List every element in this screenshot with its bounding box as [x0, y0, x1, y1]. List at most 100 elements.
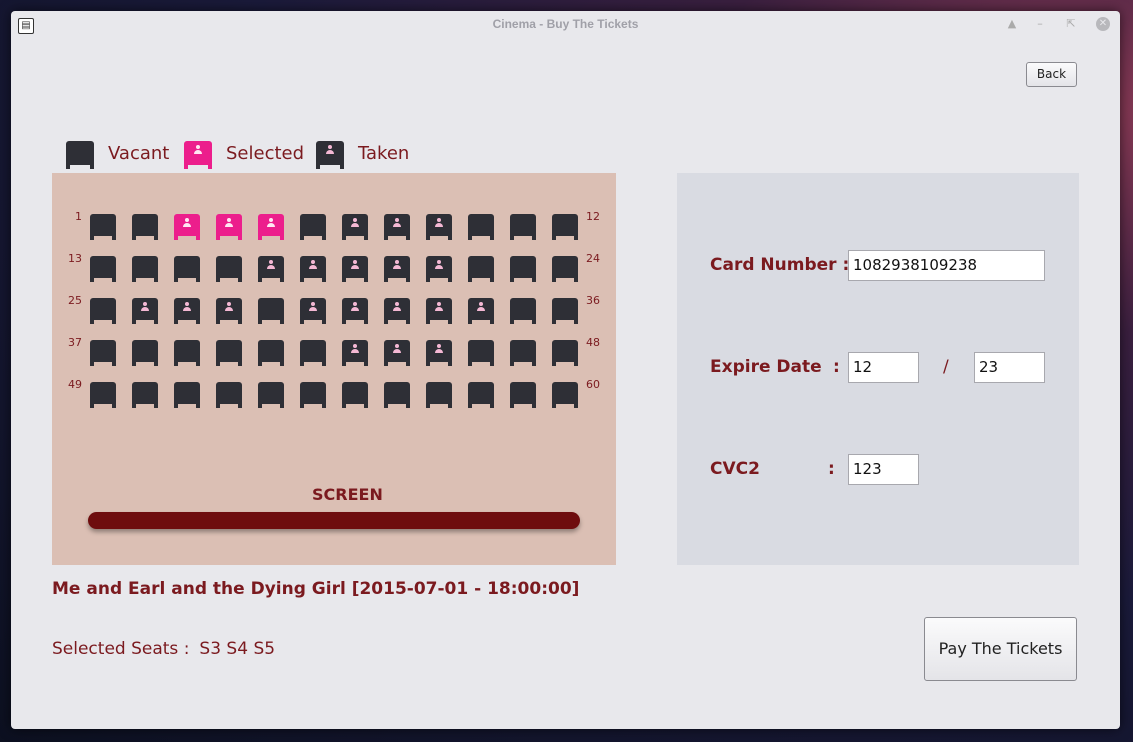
selected-seat-icon — [184, 141, 212, 169]
vacant-seat[interactable] — [468, 340, 494, 366]
vacant-seat[interactable] — [510, 340, 536, 366]
vacant-seat[interactable] — [90, 298, 116, 324]
row-start-number: 13 — [68, 252, 82, 265]
taken-seat — [258, 256, 284, 282]
person-icon — [434, 260, 444, 270]
expire-month-field[interactable]: 12 — [848, 352, 919, 383]
shade-icon[interactable]: ▲ — [1005, 17, 1019, 31]
taken-seat — [426, 256, 452, 282]
vacant-seat[interactable] — [90, 214, 116, 240]
vacant-seat[interactable] — [90, 340, 116, 366]
title-bar[interactable]: ▤ Cinema - Buy The Tickets ▲ – ⇱ ✕ — [11, 11, 1120, 39]
vacant-seat[interactable] — [174, 340, 200, 366]
taken-seat — [384, 256, 410, 282]
person-icon — [140, 302, 150, 312]
vacant-seat[interactable] — [552, 298, 578, 324]
vacant-seat[interactable] — [426, 382, 452, 408]
vacant-seat[interactable] — [552, 382, 578, 408]
vacant-seat[interactable] — [258, 298, 284, 324]
vacant-seat[interactable] — [468, 256, 494, 282]
movie-title: Me and Earl and the Dying Girl [2015-07-… — [52, 579, 580, 599]
taken-seat — [384, 214, 410, 240]
cvc2-field[interactable]: 123 — [848, 454, 919, 485]
taken-seat — [426, 298, 452, 324]
vacant-seat[interactable] — [510, 382, 536, 408]
taken-seat — [216, 298, 242, 324]
vacant-seat[interactable] — [384, 382, 410, 408]
row-end-number: 48 — [586, 336, 600, 349]
vacant-seat[interactable] — [468, 382, 494, 408]
vacant-seat[interactable] — [90, 256, 116, 282]
vacant-seat[interactable] — [552, 214, 578, 240]
row-end-number: 60 — [586, 378, 600, 391]
vacant-seat-icon — [66, 141, 94, 169]
vacant-seat[interactable] — [216, 340, 242, 366]
taken-seat — [342, 256, 368, 282]
vacant-seat[interactable] — [174, 382, 200, 408]
vacant-seat[interactable] — [300, 382, 326, 408]
person-icon — [308, 302, 318, 312]
vacant-seat[interactable] — [510, 214, 536, 240]
vacant-seat[interactable] — [258, 382, 284, 408]
vacant-seat[interactable] — [90, 382, 116, 408]
maximize-icon[interactable]: ⇱ — [1064, 17, 1078, 31]
vacant-seat[interactable] — [132, 214, 158, 240]
person-icon — [392, 260, 402, 270]
vacant-seat[interactable] — [300, 340, 326, 366]
legend-selected-label: Selected — [226, 142, 305, 164]
vacant-seat[interactable] — [552, 340, 578, 366]
vacant-seat[interactable] — [132, 382, 158, 408]
vacant-seat[interactable] — [216, 256, 242, 282]
legend-taken-label: Taken — [358, 142, 410, 164]
screen-bar — [88, 512, 580, 529]
taken-seat — [300, 256, 326, 282]
legend-taken: Taken — [316, 139, 410, 169]
vacant-seat[interactable] — [132, 340, 158, 366]
taken-seat — [384, 298, 410, 324]
window-title: Cinema - Buy The Tickets — [492, 17, 639, 31]
payment-panel: Card Number : 1082938109238 Expire Date … — [677, 173, 1079, 565]
legend-vacant: Vacant — [66, 139, 169, 169]
person-icon — [350, 260, 360, 270]
selected-seat[interactable] — [216, 214, 242, 240]
person-icon — [434, 344, 444, 354]
close-icon[interactable]: ✕ — [1096, 17, 1110, 31]
seat-map: SCREEN 1 12 13 24 25 36 37 48 49 60 — [52, 173, 616, 565]
vacant-seat[interactable] — [510, 256, 536, 282]
row-end-number: 24 — [586, 252, 600, 265]
expire-colon: : — [833, 357, 840, 377]
row-start-number: 25 — [68, 294, 82, 307]
person-icon — [266, 260, 276, 270]
selected-seat[interactable] — [258, 214, 284, 240]
taken-seat-icon — [316, 141, 344, 169]
vacant-seat[interactable] — [300, 214, 326, 240]
card-number-field[interactable]: 1082938109238 — [848, 250, 1045, 281]
expire-year-field[interactable]: 23 — [974, 352, 1045, 383]
taken-seat — [426, 340, 452, 366]
taken-seat — [342, 298, 368, 324]
taken-seat — [342, 340, 368, 366]
vacant-seat[interactable] — [510, 298, 536, 324]
minimize-icon[interactable]: – — [1033, 17, 1047, 31]
pay-tickets-button[interactable]: Pay The Tickets — [924, 617, 1077, 681]
selected-seat[interactable] — [174, 214, 200, 240]
vacant-seat[interactable] — [342, 382, 368, 408]
row-start-number: 37 — [68, 336, 82, 349]
back-button[interactable]: Back — [1026, 62, 1077, 87]
person-icon — [392, 302, 402, 312]
selected-seats-value: S3 S4 S5 — [199, 639, 276, 659]
vacant-seat[interactable] — [468, 214, 494, 240]
vacant-seat[interactable] — [258, 340, 284, 366]
vacant-seat[interactable] — [132, 256, 158, 282]
taken-seat — [384, 340, 410, 366]
taken-seat — [300, 298, 326, 324]
person-icon — [434, 218, 444, 228]
taken-seat — [468, 298, 494, 324]
person-icon — [392, 218, 402, 228]
vacant-seat[interactable] — [174, 256, 200, 282]
vacant-seat[interactable] — [216, 382, 242, 408]
person-icon — [350, 218, 360, 228]
vacant-seat[interactable] — [552, 256, 578, 282]
card-number-label: Card Number : — [710, 255, 850, 275]
cvc2-colon: : — [828, 459, 835, 479]
